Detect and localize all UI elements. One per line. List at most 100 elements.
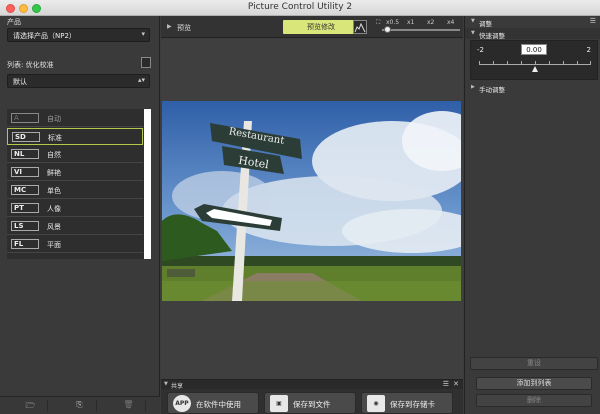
floppy-disk-icon: ▣ xyxy=(270,395,288,412)
list-item-landscape[interactable]: LS 风景 xyxy=(7,218,143,235)
product-label: 产品 xyxy=(7,18,21,26)
button-label: 保存到存储卡 xyxy=(390,400,435,409)
manual-adjust-header[interactable]: ▶ 手动调整 xyxy=(465,82,600,94)
import-button[interactable]: ⎘ xyxy=(63,400,97,412)
adjust-header: ▼ 调整 ☰ xyxy=(465,16,600,28)
preview-toolbar: ▶ 预览 预览修改 ⛶ x0.5 x1 x2 x4 xyxy=(161,16,463,38)
list-item-label: 标准 xyxy=(48,134,62,142)
delete-item-button[interactable]: 🗑 xyxy=(112,400,146,412)
slider-tick xyxy=(535,61,536,65)
slider-tick xyxy=(479,61,480,65)
zoom-label[interactable]: x1 xyxy=(407,19,414,26)
collapse-arrow-icon[interactable]: ▼ xyxy=(164,381,168,387)
save-to-card-button[interactable]: ◉ 保存到存储卡 xyxy=(361,392,453,414)
zoom-label[interactable]: x2 xyxy=(427,19,434,26)
open-folder-button[interactable]: 🗁 xyxy=(14,400,48,412)
list-item-label: 单色 xyxy=(47,187,61,195)
close-icon[interactable]: ✕ xyxy=(453,380,459,388)
list-item-vivid[interactable]: VI 鲜艳 xyxy=(7,164,143,181)
chevron-down-icon: ▾ xyxy=(141,30,145,38)
collapse-arrow-icon[interactable]: ▼ xyxy=(471,18,475,24)
zoom-fit-icon[interactable]: ⛶ xyxy=(376,19,380,27)
manual-adjust-title: 手动调整 xyxy=(479,86,505,94)
picture-control-icon: NL xyxy=(11,149,39,159)
save-to-file-button[interactable]: ▣ 保存到文件 xyxy=(264,392,356,414)
add-to-list-button[interactable]: 添加到列表 xyxy=(476,377,592,390)
list-item-label: 鲜艳 xyxy=(47,169,61,177)
list-item-label: 风景 xyxy=(47,223,61,231)
slider-tick xyxy=(493,61,494,65)
window-title: Picture Control Utility 2 xyxy=(247,2,353,12)
left-panel: 产品 请选择产品（NP2） ▾ 列表: 优化校准 默认 ▴▾ A 自动 SD 标… xyxy=(0,16,160,414)
list-item-label: 自然 xyxy=(47,151,61,159)
use-in-software-button[interactable]: APP 在软件中使用 xyxy=(167,392,259,414)
list-item-flat[interactable]: FL 平面 xyxy=(7,236,143,253)
preview-label: 预览 xyxy=(177,24,191,32)
list-scrollbar[interactable] xyxy=(144,109,151,259)
zoom-label[interactable]: x0.5 xyxy=(386,19,399,26)
share-header: ▼ 共享 ☰ ✕ xyxy=(161,380,463,390)
preview-area: ▶ 预览 预览修改 ⛶ x0.5 x1 x2 x4 Restaurant Hot… xyxy=(161,16,463,414)
slider-tick xyxy=(507,61,508,65)
collapse-arrow-icon[interactable]: ▼ xyxy=(471,30,475,36)
slider-max-label: 2 xyxy=(586,46,591,54)
picture-control-list: A 自动 SD 标准 NL 自然 VI 鲜艳 MC 单色 PT 人像 LS 风景… xyxy=(7,109,151,259)
picture-control-icon: PT xyxy=(11,203,39,213)
folder-icon: 🗁 xyxy=(25,401,36,410)
picture-control-icon: MC xyxy=(11,185,39,195)
zoom-slider[interactable] xyxy=(382,29,460,31)
panel-menu-icon[interactable]: ☰ xyxy=(443,380,449,388)
share-title: 共享 xyxy=(171,383,184,390)
list-item-label: 人像 xyxy=(47,205,61,213)
panel-menu-icon[interactable]: ☰ xyxy=(590,17,596,25)
list-item-standard[interactable]: SD 标准 xyxy=(7,128,143,145)
share-panel: ▼ 共享 ☰ ✕ APP 在软件中使用 ▣ 保存到文件 ◉ 保存到存储卡 xyxy=(161,379,463,414)
slider-tick xyxy=(577,61,578,65)
picture-control-icon: FL xyxy=(11,239,39,249)
list-item-label: 平面 xyxy=(47,241,61,249)
slider-min-label: -2 xyxy=(477,46,484,54)
camera-icon: ◉ xyxy=(367,395,385,412)
list-item-neutral[interactable]: NL 自然 xyxy=(7,146,143,163)
compare-preview-button[interactable]: 预览修改 xyxy=(283,20,359,34)
zoom-label[interactable]: x4 xyxy=(447,19,454,26)
picture-control-icon: A xyxy=(11,113,39,123)
quick-adjust-header: ▼ 快速调整 xyxy=(465,28,600,40)
title-bar: Picture Control Utility 2 xyxy=(0,0,600,16)
app-window: Picture Control Utility 2 产品 请选择产品（NP2） … xyxy=(0,0,600,414)
preview-photo: Restaurant Hotel xyxy=(162,101,461,301)
list-view-icon[interactable] xyxy=(141,57,151,68)
quick-adjust-title: 快速调整 xyxy=(479,32,505,40)
zoom-control: ⛶ x0.5 x1 x2 x4 xyxy=(376,19,462,35)
list-filter-select[interactable]: 默认 ▴▾ xyxy=(7,74,150,88)
histogram-icon xyxy=(354,22,366,33)
histogram-button[interactable] xyxy=(353,20,367,34)
quick-adjust-value-input[interactable]: 0.00 xyxy=(521,44,547,55)
zoom-slider-knob[interactable] xyxy=(384,26,391,33)
expand-arrow-icon[interactable]: ▶ xyxy=(471,84,475,90)
list-filter-value: 默认 xyxy=(13,78,27,86)
product-select[interactable]: 请选择产品（NP2） ▾ xyxy=(7,28,150,42)
slider-tick xyxy=(521,61,522,65)
left-toolbar: 🗁 ⎘ 🗑 xyxy=(0,396,160,414)
button-label: 保存到文件 xyxy=(293,400,331,409)
quick-adjust-control: -2 0.00 2 xyxy=(470,40,598,80)
list-item-portrait[interactable]: PT 人像 xyxy=(7,200,143,217)
app-icon: APP xyxy=(173,395,191,412)
product-select-value: 请选择产品（NP2） xyxy=(13,32,76,40)
preview-image: Restaurant Hotel xyxy=(162,101,461,301)
list-item-auto[interactable]: A 自动 xyxy=(7,110,143,127)
quick-adjust-thumb[interactable] xyxy=(532,66,538,72)
list-item-monochrome[interactable]: MC 单色 xyxy=(7,182,143,199)
list-item-label: 自动 xyxy=(47,115,61,123)
reset-button[interactable]: 重设 xyxy=(470,357,598,370)
slider-tick xyxy=(563,61,564,65)
import-icon: ⎘ xyxy=(76,400,83,409)
picture-control-icon: SD xyxy=(12,132,40,142)
adjust-panel: ▼ 调整 ☰ ▼ 快速调整 -2 0.00 2 ▶ 手动调整 重设 添加到列表 … xyxy=(464,16,600,414)
button-label: 在软件中使用 xyxy=(196,400,241,409)
picture-control-icon: VI xyxy=(11,167,39,177)
collapse-arrow-icon[interactable]: ▶ xyxy=(167,23,172,30)
adjust-title: 调整 xyxy=(479,20,492,28)
delete-button[interactable]: 删除 xyxy=(476,394,592,407)
